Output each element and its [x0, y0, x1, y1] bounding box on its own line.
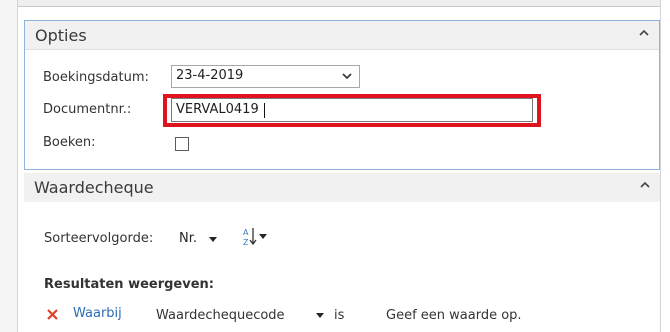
boekingsdatum-dropdown[interactable]: 23-4-2019 — [171, 65, 360, 88]
sort-az-icon[interactable]: A Z — [241, 225, 271, 249]
filter-field[interactable]: Waardechequecode — [156, 308, 285, 323]
waardecheque-header[interactable]: Waardecheque — [24, 173, 660, 202]
chevron-down-icon[interactable] — [341, 71, 353, 81]
filter-keyword-link[interactable]: Waarbij — [73, 306, 122, 321]
window-right-edge — [660, 0, 670, 332]
chevron-up-icon[interactable] — [638, 178, 652, 192]
boekingsdatum-value: 23-4-2019 — [176, 68, 244, 83]
boeken-checkbox[interactable] — [175, 137, 189, 151]
opties-section: Opties Boekingsdatum: 23-4-2019 Document… — [24, 20, 660, 170]
window-left-edge — [0, 0, 18, 332]
svg-text:A: A — [243, 228, 249, 237]
chevron-up-icon[interactable] — [637, 26, 651, 40]
waardecheque-section: Waardecheque Sorteervolgorde: Nr. A Z Re… — [24, 173, 660, 332]
svg-text:Z: Z — [243, 238, 249, 247]
filter-value-input[interactable]: Geef een waarde op. — [386, 308, 522, 323]
sort-dropdown[interactable]: Nr. — [179, 227, 225, 249]
dropdown-arrow-icon — [209, 237, 217, 242]
documentnr-label: Documentnr.: — [43, 102, 132, 117]
sort-label: Sorteervolgorde: — [44, 231, 154, 246]
text-caret — [264, 103, 265, 118]
filter-operator: is — [334, 308, 345, 323]
sort-value: Nr. — [179, 231, 198, 246]
filter-field-dropdown-icon[interactable] — [316, 313, 324, 318]
results-label: Resultaten weergeven: — [44, 277, 214, 292]
window-top-edge — [0, 0, 670, 7]
documentnr-value: VERVAL0419 — [176, 102, 259, 117]
opties-title: Opties — [35, 26, 87, 45]
documentnr-input[interactable]: VERVAL0419 — [171, 98, 533, 122]
close-icon[interactable] — [46, 308, 59, 321]
opties-header[interactable]: Opties — [25, 21, 659, 50]
waardecheque-title: Waardecheque — [34, 178, 154, 197]
boekingsdatum-label: Boekingsdatum: — [43, 70, 149, 85]
boeken-label: Boeken: — [43, 135, 96, 150]
